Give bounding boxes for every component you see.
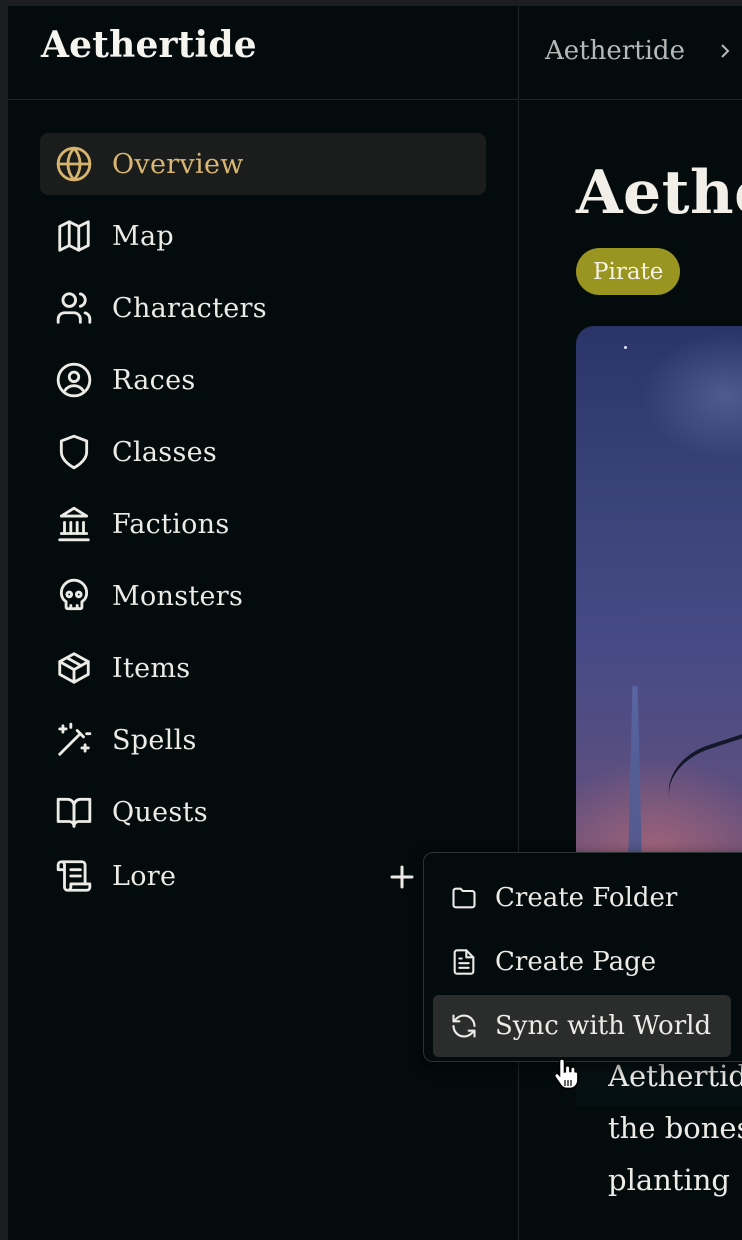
sidebar-item-quests[interactable]: Quests	[40, 781, 486, 843]
main-header: Aethertide	[520, 6, 742, 100]
chevron-right-icon	[716, 40, 734, 62]
menu-item-label: Create Page	[495, 947, 657, 977]
file-text-icon	[449, 947, 479, 977]
sidebar-item-label: Overview	[112, 148, 244, 180]
book-open-icon	[54, 792, 94, 832]
plus-icon	[390, 865, 414, 889]
users-icon	[54, 288, 94, 328]
sidebar-item-label: Lore	[112, 860, 177, 892]
menu-item-create-page[interactable]: Create Page	[433, 931, 731, 993]
sidebar-item-items[interactable]: Items	[40, 637, 486, 699]
map-icon	[54, 216, 94, 256]
sidebar-item-classes[interactable]: Classes	[40, 421, 486, 483]
sidebar-item-factions[interactable]: Factions	[40, 493, 486, 555]
user-circle-icon	[54, 360, 94, 400]
shield-icon	[54, 432, 94, 472]
sidebar-item-label: Monsters	[112, 580, 244, 612]
sidebar-item-spells[interactable]: Spells	[40, 709, 486, 771]
sidebar-item-label: Map	[112, 220, 174, 252]
menu-item-create-folder[interactable]: Create Folder	[433, 867, 731, 929]
genre-tag[interactable]: Pirate	[576, 248, 681, 295]
description-line: planting	[608, 1163, 730, 1197]
sidebar-item-monsters[interactable]: Monsters	[40, 565, 486, 627]
sidebar-item-races[interactable]: Races	[40, 349, 486, 411]
menu-item-label: Sync with World	[495, 1011, 712, 1041]
sidebar-item-label: Classes	[112, 436, 218, 468]
sidebar-item-label: Items	[112, 652, 191, 684]
sidebar-item-label: Factions	[112, 508, 230, 540]
landmark-icon	[54, 504, 94, 544]
skull-icon	[54, 576, 94, 616]
package-icon	[54, 648, 94, 688]
sidebar-item-label: Spells	[112, 724, 197, 756]
app-title[interactable]: Aethertide	[41, 24, 257, 66]
globe-icon	[54, 144, 94, 184]
scroll-icon	[54, 856, 94, 896]
sidebar-item-map[interactable]: Map	[40, 205, 486, 267]
sidebar-header: Aethertide	[8, 6, 518, 100]
refresh-icon	[449, 1011, 479, 1041]
menu-item-sync-with-world[interactable]: Sync with World	[433, 995, 731, 1057]
add-lore-button[interactable]	[384, 859, 420, 895]
lore-add-menu: Create Folder Create Page Sync with Worl…	[423, 852, 742, 1062]
folder-icon	[449, 883, 479, 913]
sidebar-item-overview[interactable]: Overview	[40, 133, 486, 195]
page-title: Aethertide	[576, 158, 742, 228]
sidebar-item-label: Characters	[112, 292, 267, 324]
sidebar-item-characters[interactable]: Characters	[40, 277, 486, 339]
description-line: the bones	[608, 1111, 742, 1145]
menu-item-label: Create Folder	[495, 883, 678, 913]
pointer-cursor-icon	[552, 1056, 582, 1092]
wand-icon	[54, 720, 94, 760]
world-description: Aethertide the bones planting	[608, 1050, 742, 1206]
sidebar-item-label: Quests	[112, 796, 208, 828]
sidebar-item-label: Races	[112, 364, 196, 396]
breadcrumb-root[interactable]: Aethertide	[545, 36, 685, 66]
